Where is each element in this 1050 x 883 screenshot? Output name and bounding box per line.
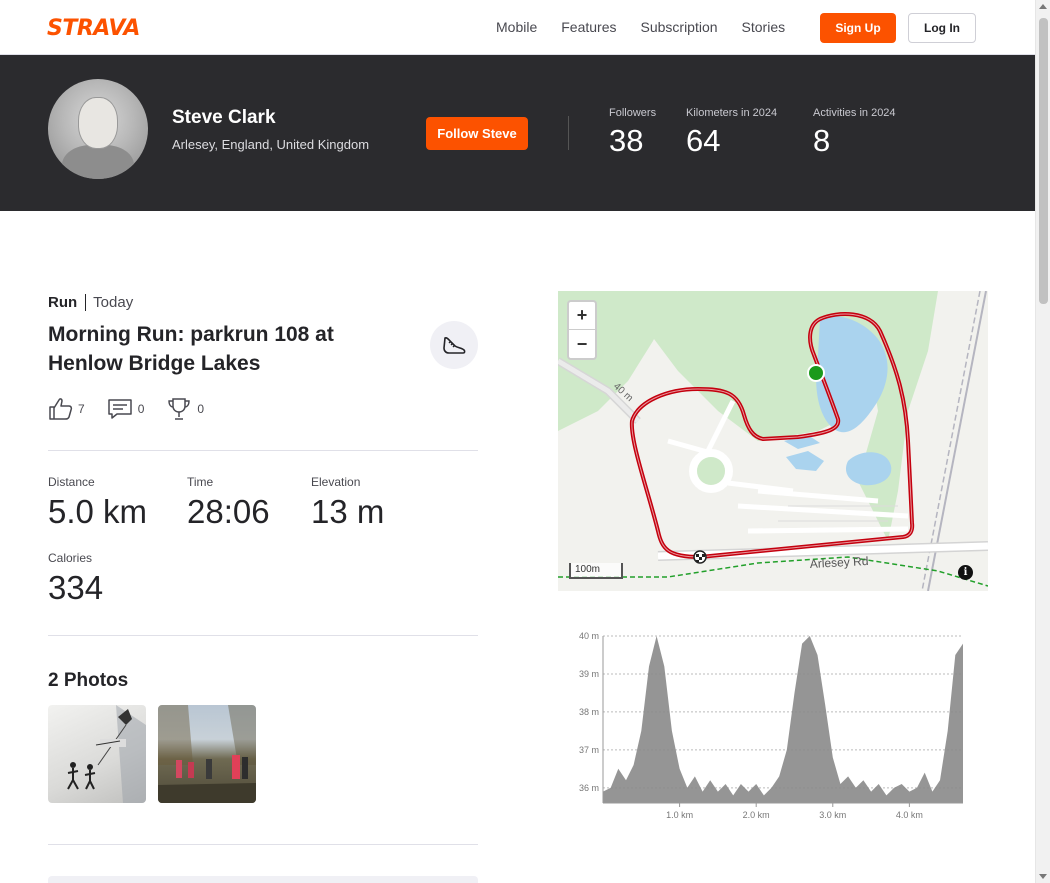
stat-activities: Activities in 2024 8 xyxy=(813,107,896,159)
stat-kilometers: Kilometers in 2024 64 xyxy=(686,107,777,159)
stat-label: Followers xyxy=(609,107,657,119)
scrollbar-thumb[interactable] xyxy=(1039,18,1048,304)
activity-photo[interactable] xyxy=(48,705,146,803)
x-tick-label: 4.0 km xyxy=(896,810,923,820)
x-tick-label: 2.0 km xyxy=(743,810,770,820)
header-divider xyxy=(568,116,569,150)
route-map[interactable]: Arlesey Rd 40 m + − 100m i xyxy=(558,291,988,591)
nav-link-subscription[interactable]: Subscription xyxy=(641,19,718,35)
stat-label: Activities in 2024 xyxy=(813,107,896,119)
metric-elevation: Elevation 13 m xyxy=(311,475,384,531)
metric-value: 28:06 xyxy=(187,493,270,530)
zoom-in-button[interactable]: + xyxy=(569,302,595,330)
nav-link-features[interactable]: Features xyxy=(561,19,616,35)
scroll-up-arrow-icon[interactable] xyxy=(1039,4,1047,9)
zoom-out-button[interactable]: − xyxy=(569,330,595,358)
page: STRAVA Mobile Features Subscription Stor… xyxy=(0,0,1050,883)
info-icon[interactable]: i xyxy=(958,565,973,580)
metric-value: 5.0 km xyxy=(48,493,148,530)
metric-calories: Calories 334 xyxy=(48,551,103,607)
map-scale: 100m xyxy=(569,563,623,579)
nav-link-stories[interactable]: Stories xyxy=(742,19,786,35)
elevation-chart[interactable]: 40 m 39 m 38 m 37 m 36 m 1.0 km 2.0 km 3.0 km 4.… xyxy=(558,628,988,828)
avatar-body-shape xyxy=(62,145,134,179)
scrollbar[interactable] xyxy=(1035,0,1050,883)
avatar-face-shape xyxy=(78,97,118,149)
scroll-down-arrow-icon[interactable] xyxy=(1039,874,1047,879)
divider xyxy=(48,844,478,845)
divider xyxy=(48,450,478,451)
metric-label: Calories xyxy=(48,551,93,565)
trophy-icon xyxy=(168,398,191,420)
thumbs-up-icon xyxy=(49,398,73,420)
kudos-count: 7 xyxy=(78,402,85,416)
athlete-location: Arlesey, England, United Kingdom xyxy=(172,137,370,152)
stat-label: Kilometers in 2024 xyxy=(686,107,778,119)
shoe-icon xyxy=(430,321,478,369)
kudos-button[interactable]: 7 xyxy=(48,397,85,421)
map-canvas[interactable]: Arlesey Rd 40 m xyxy=(558,291,988,591)
nav-links: Mobile Features Subscription Stories xyxy=(496,19,809,35)
y-tick-label: 39 m xyxy=(579,669,599,679)
achievements-button[interactable]: 0 xyxy=(166,396,204,422)
zoom-controls: + − xyxy=(567,300,597,360)
avatar[interactable] xyxy=(48,79,148,179)
y-tick-label: 36 m xyxy=(579,783,599,793)
y-tick-label: 38 m xyxy=(579,707,599,717)
log-in-button[interactable]: Log In xyxy=(908,13,976,43)
activity-type: Run xyxy=(48,294,87,311)
metric-label: Time xyxy=(187,475,214,489)
comments-button[interactable]: 0 xyxy=(107,398,145,420)
y-tick-label: 40 m xyxy=(579,631,599,641)
sign-up-button[interactable]: Sign Up xyxy=(820,13,896,43)
stat-value: 38 xyxy=(609,123,644,158)
follow-button[interactable]: Follow Steve xyxy=(426,117,528,150)
metric-value: 334 xyxy=(48,569,104,606)
metric-distance: Distance 5.0 km xyxy=(48,475,147,531)
comments-count: 0 xyxy=(137,402,145,416)
metric-value: 13 m xyxy=(311,493,385,530)
activity-photo[interactable] xyxy=(158,705,256,803)
athlete-name[interactable]: Steve Clark xyxy=(172,107,276,129)
divider xyxy=(48,635,478,636)
x-tick-label: 1.0 km xyxy=(666,810,693,820)
activity-type-row: Run Today xyxy=(48,294,133,311)
road-label: Arlesey Rd xyxy=(809,554,868,571)
strava-logo[interactable]: STRAVA xyxy=(47,16,140,41)
photos-title: 2 Photos xyxy=(48,670,129,691)
metric-time: Time 28:06 xyxy=(187,475,270,531)
nav-link-mobile[interactable]: Mobile xyxy=(496,19,537,35)
social-row: 7 0 0 xyxy=(48,396,226,422)
stat-value: 64 xyxy=(686,123,721,158)
activity-date: Today xyxy=(93,294,134,311)
x-tick-label: 3.0 km xyxy=(819,810,846,820)
metric-label: Distance xyxy=(48,475,95,489)
athlete-header: Steve Clark Arlesey, England, United Kin… xyxy=(0,55,1035,211)
y-tick-label: 37 m xyxy=(579,745,599,755)
activity-title: Morning Run: parkrun 108 at Henlow Bridg… xyxy=(48,323,334,375)
comment-icon xyxy=(107,399,132,419)
next-section-bar xyxy=(48,876,478,883)
metric-label: Elevation xyxy=(311,475,361,489)
stat-value: 8 xyxy=(813,123,831,158)
elevation-area xyxy=(603,636,963,803)
achievements-count: 0 xyxy=(197,402,205,416)
top-nav: STRAVA Mobile Features Subscription Stor… xyxy=(0,0,1035,55)
stat-followers: Followers 38 xyxy=(609,107,656,159)
start-marker xyxy=(807,364,825,382)
